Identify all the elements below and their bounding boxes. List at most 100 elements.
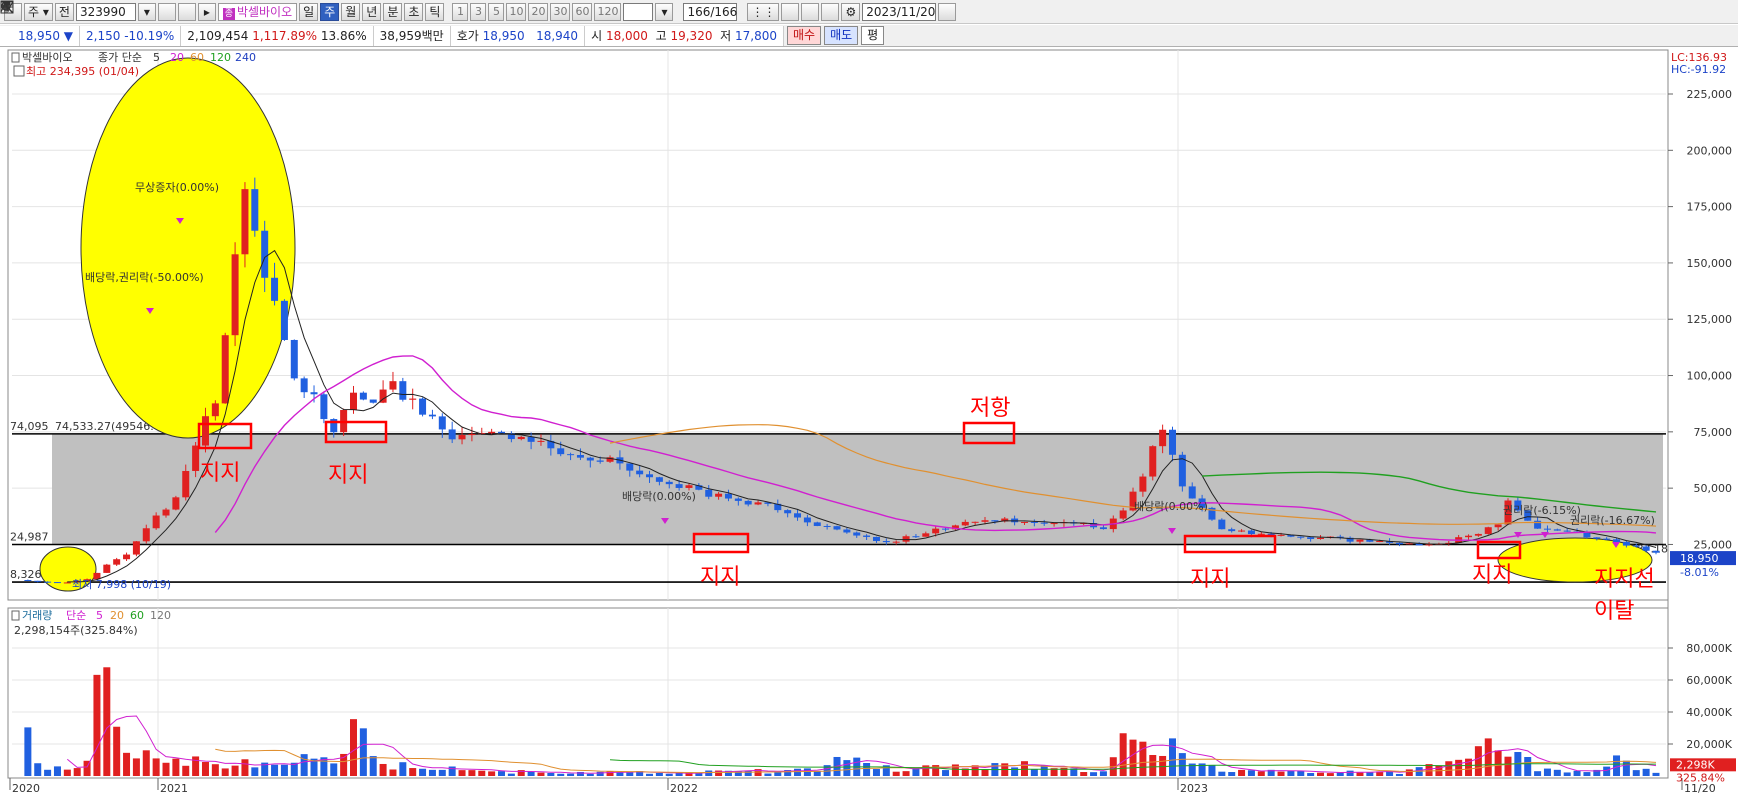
- period-year[interactable]: 년: [362, 2, 382, 21]
- candle-body: [942, 528, 950, 530]
- period-tick[interactable]: 틱: [425, 2, 445, 21]
- volume-bar: [192, 756, 200, 776]
- candle-body: [310, 392, 318, 395]
- period-second[interactable]: 초: [404, 2, 424, 21]
- volume-bar: [1395, 773, 1403, 776]
- volume-bar: [646, 773, 654, 776]
- interval-5[interactable]: 5: [488, 2, 505, 21]
- volume-bar: [1346, 770, 1354, 776]
- candle-body: [24, 580, 32, 582]
- chevron-down-icon[interactable]: ▾: [655, 2, 674, 21]
- candle-body: [794, 513, 802, 518]
- volume-bar: [1613, 755, 1621, 776]
- x-tick-label: 2020: [12, 782, 40, 795]
- volume-bar: [1099, 771, 1107, 776]
- volume-bar: [507, 773, 515, 776]
- candle-body: [1228, 529, 1236, 532]
- volume-bar: [1455, 759, 1463, 776]
- candle-body: [557, 448, 565, 455]
- volume-bar: [231, 765, 239, 776]
- candle-body: [1642, 546, 1650, 551]
- volume-bar: [369, 756, 377, 776]
- volume-bar: [24, 727, 32, 776]
- pattern-icon[interactable]: [0, 1, 800, 21]
- stock-name[interactable]: 종 박셀바이오: [217, 2, 298, 21]
- candle-body: [1563, 530, 1571, 532]
- interval-30[interactable]: 30: [550, 2, 571, 21]
- search-icon[interactable]: [1, 1, 176, 21]
- period-minute[interactable]: 분: [383, 2, 403, 21]
- chevron-down-icon[interactable]: ▾: [137, 2, 156, 21]
- volume-latest-label: 2,298,154주(325.84%): [14, 624, 138, 637]
- volume-bar: [1011, 767, 1019, 776]
- price-change: 2,150 -10.19%: [80, 25, 182, 46]
- buy-button[interactable]: 매수: [786, 26, 822, 45]
- candle-body: [567, 454, 575, 456]
- interval-20[interactable]: 20: [528, 2, 549, 21]
- candle-body: [251, 189, 259, 231]
- candle-body: [655, 477, 663, 482]
- volume-bar: [1573, 770, 1581, 776]
- min-label: 최저 7,998 (10/19): [72, 578, 171, 591]
- candle-body: [586, 457, 594, 461]
- volume-bar: [1563, 772, 1571, 776]
- candle-body: [103, 564, 111, 573]
- grid-icon[interactable]: ⋮⋮: [747, 2, 780, 21]
- stock-code-input[interactable]: 323990: [75, 2, 136, 21]
- calendar-icon[interactable]: [0, 1, 957, 21]
- volume-bar: [902, 771, 910, 776]
- period-day[interactable]: 일: [299, 2, 319, 21]
- candle-body: [488, 431, 496, 434]
- candle-body: [280, 300, 288, 340]
- candle-body: [1474, 533, 1482, 536]
- volume-bar: [330, 763, 338, 776]
- annotation-label: 지지: [700, 565, 740, 590]
- interval-1[interactable]: 1: [452, 2, 469, 21]
- chart-area[interactable]: 74,09524,9878,32674,533.27(49546.09)24,9…: [0, 48, 1738, 796]
- volume-bar: [1326, 773, 1334, 776]
- candle-body: [1247, 530, 1255, 535]
- candle-body: [1119, 510, 1127, 519]
- save-icon[interactable]: [0, 0, 840, 21]
- volume-bar: [1178, 753, 1186, 776]
- period-week[interactable]: 주: [320, 2, 340, 21]
- interval-120[interactable]: 120: [594, 2, 622, 21]
- jeon-button[interactable]: 전: [54, 2, 74, 21]
- period-month[interactable]: 월: [341, 2, 361, 21]
- volume-bar: [468, 770, 476, 776]
- mode-select[interactable]: 주 ▾: [24, 2, 53, 21]
- arrow-icon[interactable]: ▸: [197, 2, 216, 21]
- candle-body: [1218, 519, 1226, 530]
- volume-bar: [537, 772, 545, 776]
- annotation-label: 지지: [1190, 567, 1230, 592]
- sell-button[interactable]: 매도: [824, 26, 859, 45]
- candle-body: [271, 277, 279, 301]
- candle-body: [626, 463, 634, 471]
- avg-button[interactable]: 평: [861, 26, 885, 45]
- volume-bar: [211, 764, 219, 776]
- event-label: 권리락(-16.67%): [1570, 514, 1655, 527]
- stock-chart[interactable]: 74,09524,9878,32674,533.27(49546.09)24,9…: [0, 48, 1738, 796]
- volume: 2,109,454 1,117.89% 13.86%: [181, 25, 374, 46]
- interval-3[interactable]: 3: [470, 2, 487, 21]
- candle-body: [882, 541, 890, 543]
- candle-body: [636, 470, 644, 475]
- candle-body: [1050, 523, 1058, 525]
- volume-bar: [655, 772, 663, 776]
- annotation-label: 이탈: [1594, 599, 1634, 624]
- date-input[interactable]: 2023/11/20: [862, 2, 937, 21]
- crosshair-icon[interactable]: [1, 1, 820, 21]
- volume-bar: [44, 769, 52, 776]
- speaker-icon[interactable]: [2, 2, 196, 21]
- gear-icon[interactable]: ⚙: [841, 2, 861, 21]
- interval-10[interactable]: 10: [506, 2, 527, 21]
- interval-input[interactable]: [623, 2, 654, 21]
- volume-bar: [1208, 765, 1216, 776]
- candle-body: [53, 582, 61, 584]
- x-tick-label: 2021: [160, 782, 188, 795]
- candle-body: [162, 509, 170, 516]
- volume-y-tick-label: 20,000K: [1686, 738, 1732, 751]
- annotation-label: 지지선: [1594, 567, 1655, 592]
- candle-body: [438, 416, 446, 430]
- interval-60[interactable]: 60: [572, 2, 593, 21]
